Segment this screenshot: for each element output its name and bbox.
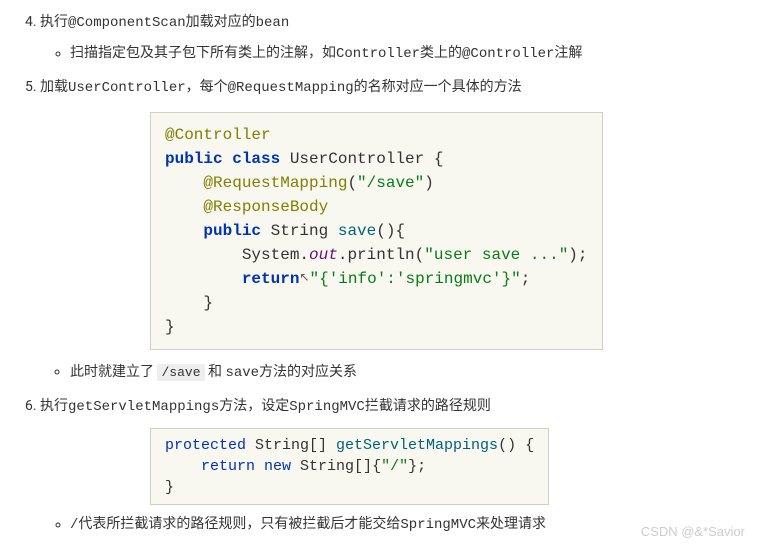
code2-l2-end: }; [408, 458, 426, 475]
code1-l7-kw: return [242, 270, 300, 288]
code-block-1: @Controller public class UserController … [150, 112, 603, 350]
code2-l2-type: String[] [300, 458, 372, 475]
watermark: CSDN @&*Savior [641, 522, 745, 543]
code1-l5-kw: public [203, 222, 270, 240]
code1-l5-method: save [338, 222, 376, 240]
list-item-4: 执行@ComponentScan加载对应的bean 扫描指定包及其子包下所有类上… [40, 10, 737, 67]
cursor-icon: ↖ [299, 269, 309, 287]
code1-l6-str: "user save ..." [424, 246, 568, 264]
list-item-5: 加载UserController，每个@RequestMapping的名称对应一… [40, 75, 737, 385]
indent [165, 174, 203, 192]
item4-sub1: 扫描指定包及其子包下所有类上的注解，如Controller类上的@Control… [70, 42, 737, 67]
indent [165, 270, 242, 288]
sublist-4: 扫描指定包及其子包下所有类上的注解，如Controller类上的@Control… [40, 42, 737, 67]
item6-sub1: /代表所拦截请求的路径规则，只有被拦截后才能交给SpringMVC来处理请求 [70, 513, 737, 538]
code1-l3-str: "/save" [357, 174, 424, 192]
paren: ) [424, 174, 434, 192]
code1-l6-end: ); [568, 246, 587, 264]
code2-l2-brace: { [372, 458, 381, 475]
code2-l1-rest: () { [498, 437, 534, 454]
item4-text: 执行@ComponentScan加载对应的bean [40, 15, 289, 31]
sublist-5: 此时就建立了 /save 和 save方法的对应关系 [40, 360, 737, 386]
list-item-6: 执行getServletMappings方法，设定SpringMVC拦截请求的路… [40, 394, 737, 538]
indent [165, 458, 201, 475]
code2-l1-kw: protected [165, 437, 255, 454]
code1-l2-name: UserController { [290, 150, 444, 168]
code2-l1-type: String[] [255, 437, 336, 454]
sub1-code2: save [225, 365, 259, 381]
sub1-suffix: 方法的对应关系 [259, 364, 357, 380]
sub1-prefix: 此时就建立了 [70, 364, 157, 380]
item5-sub1: 此时就建立了 /save 和 save方法的对应关系 [70, 360, 737, 386]
paren: ( [347, 174, 357, 192]
indent [165, 246, 242, 264]
indent [165, 222, 203, 240]
code1-l3-ann: @RequestMapping [203, 174, 347, 192]
indent [165, 198, 203, 216]
sublist-6: /代表所拦截请求的路径规则，只有被拦截后才能交给SpringMVC来处理请求 [40, 513, 737, 538]
sub1-code: /save [157, 364, 204, 381]
code-block-2: protected String[] getServletMappings() … [150, 428, 549, 505]
code1-l6-out: out [309, 246, 338, 264]
code1-l4: @ResponseBody [203, 198, 328, 216]
code2-l2-str: "/" [381, 458, 408, 475]
item6-text: 执行getServletMappings方法，设定SpringMVC拦截请求的路… [40, 399, 491, 415]
code1-l5-type: String [271, 222, 338, 240]
code2-l3: } [165, 479, 174, 496]
code1-l6-print: .println( [338, 246, 424, 264]
code1-l5-rest: (){ [376, 222, 405, 240]
code1-l8: } [165, 294, 213, 312]
code1-l6-sys: System. [242, 246, 309, 264]
code1-l7-end: ; [521, 270, 531, 288]
code1-l9: } [165, 318, 175, 336]
code2-l2-kw: return new [201, 458, 300, 475]
code1-l2-kw: public class [165, 150, 290, 168]
sub1-mid: 和 [205, 364, 226, 380]
code1-l1: @Controller [165, 126, 271, 144]
item5-text: 加载UserController，每个@RequestMapping的名称对应一… [40, 80, 522, 96]
code2-l1-method: getServletMappings [336, 437, 498, 454]
code1-l7-str: "{'info':'springmvc'}" [309, 270, 520, 288]
ordered-list: 执行@ComponentScan加载对应的bean 扫描指定包及其子包下所有类上… [20, 10, 737, 538]
